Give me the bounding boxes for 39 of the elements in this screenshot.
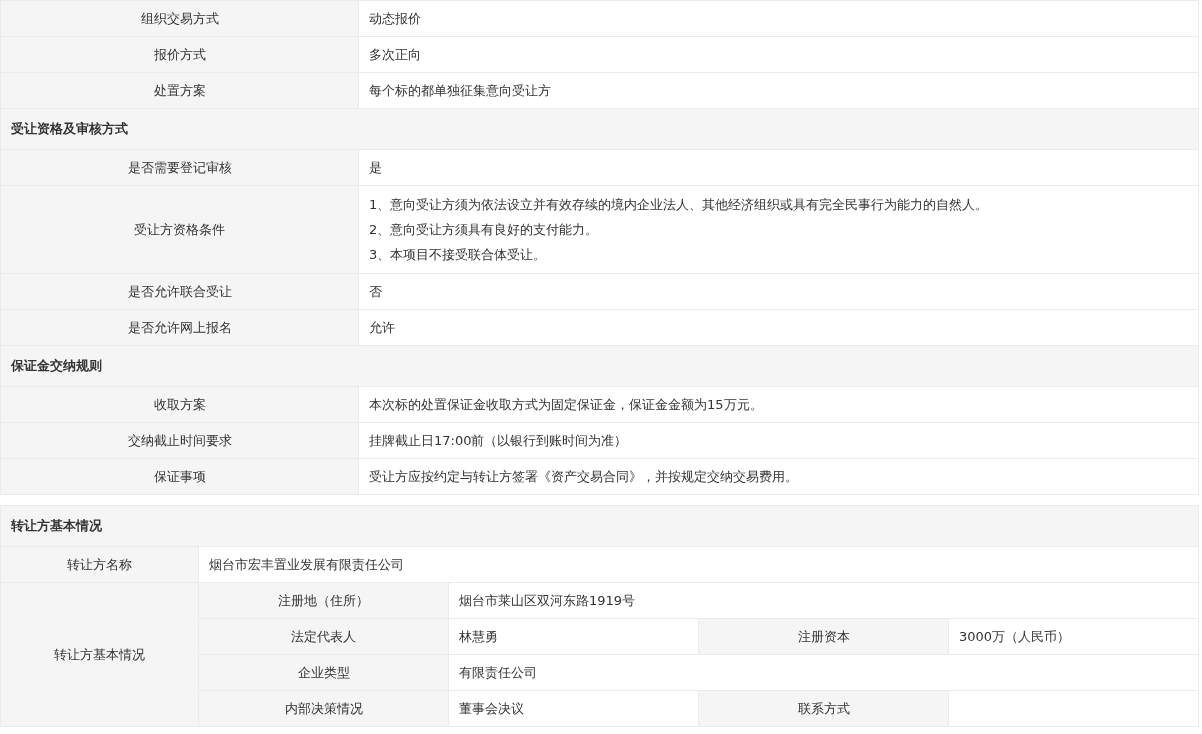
field-value: 动态报价 (358, 0, 1199, 37)
field-label: 注册地（住所） (198, 582, 449, 619)
field-label: 是否允许联合受让 (0, 273, 359, 310)
section-title: 受让资格及审核方式 (0, 108, 1199, 150)
field-label: 保证事项 (0, 458, 359, 495)
field-label: 是否允许网上报名 (0, 309, 359, 346)
field-label: 法定代表人 (198, 618, 449, 655)
field-label: 收取方案 (0, 386, 359, 423)
field-value: 允许 (358, 309, 1199, 346)
field-label: 组织交易方式 (0, 0, 359, 37)
field-value: 受让方应按约定与转让方签署《资产交易合同》，并按规定交纳交易费用。 (358, 458, 1199, 495)
field-label: 注册资本 (698, 618, 949, 655)
field-label: 内部决策情况 (198, 690, 449, 727)
field-value: 董事会决议 (448, 690, 699, 727)
requirement-line: 3、本项目不接受联合体受让。 (369, 246, 548, 264)
field-value: 林慧勇 (448, 618, 699, 655)
field-value: 烟台市宏丰置业发展有限责任公司 (198, 546, 1199, 583)
requirement-line: 2、意向受让方须具有良好的支付能力。 (369, 221, 600, 239)
field-value: 有限责任公司 (448, 654, 1199, 691)
field-value: 3000万（人民币） (948, 618, 1199, 655)
field-label: 受让方资格条件 (0, 185, 359, 274)
field-value: 否 (358, 273, 1199, 310)
field-label: 联系方式 (698, 690, 949, 727)
field-label: 是否需要登记审核 (0, 149, 359, 186)
requirement-line: 1、意向受让方须为依法设立并有效存续的境内企业法人、其他经济组织或具有完全民事行为能力的自然人。 (369, 196, 990, 214)
field-value: 本次标的处置保证金收取方式为固定保证金，保证金金额为15万元。 (358, 386, 1199, 423)
field-value: 是 (358, 149, 1199, 186)
field-value: 多次正向 (358, 36, 1199, 73)
field-label: 交纳截止时间要求 (0, 422, 359, 459)
field-label: 转让方基本情况 (0, 582, 199, 727)
section-title: 转让方基本情况 (0, 505, 1199, 547)
field-value: 烟台市莱山区双河东路1919号 (448, 582, 1199, 619)
field-value: 每个标的都单独征集意向受让方 (358, 72, 1199, 109)
field-label: 转让方名称 (0, 546, 199, 583)
section-title: 保证金交纳规则 (0, 345, 1199, 387)
field-label: 处置方案 (0, 72, 359, 109)
field-value: 挂牌截止日17:00前（以银行到账时间为准） (358, 422, 1199, 459)
field-label: 企业类型 (198, 654, 449, 691)
field-label: 报价方式 (0, 36, 359, 73)
